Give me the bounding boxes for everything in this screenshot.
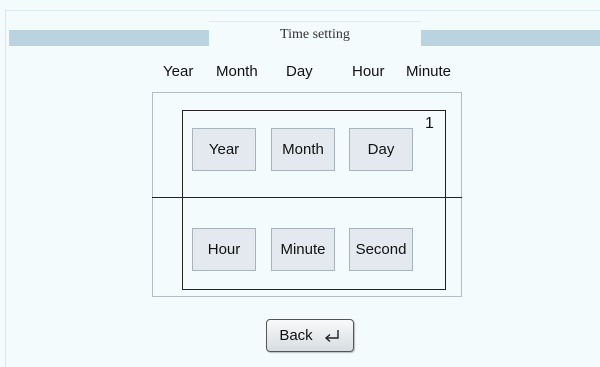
column-label-day: Day (286, 63, 313, 80)
frame-top-border (5, 10, 600, 11)
hour-button[interactable]: Hour (192, 228, 256, 271)
page-title: Time setting (209, 21, 421, 47)
page-number: 1 (425, 115, 434, 132)
panel-divider (152, 197, 462, 198)
year-button[interactable]: Year (192, 128, 256, 171)
day-button[interactable]: Day (349, 128, 413, 171)
column-label-minute: Minute (406, 63, 452, 80)
column-label-month: Month (216, 63, 258, 80)
column-label-hour: Hour (352, 63, 385, 80)
column-label-year: Year (163, 63, 194, 80)
month-button[interactable]: Month (271, 128, 335, 171)
minute-button[interactable]: Minute (271, 228, 335, 271)
back-button[interactable]: Back (266, 319, 354, 352)
second-button[interactable]: Second (349, 228, 413, 271)
back-button-label: Back (279, 327, 313, 344)
frame-left-border (5, 10, 6, 367)
enter-return-icon (324, 329, 339, 342)
